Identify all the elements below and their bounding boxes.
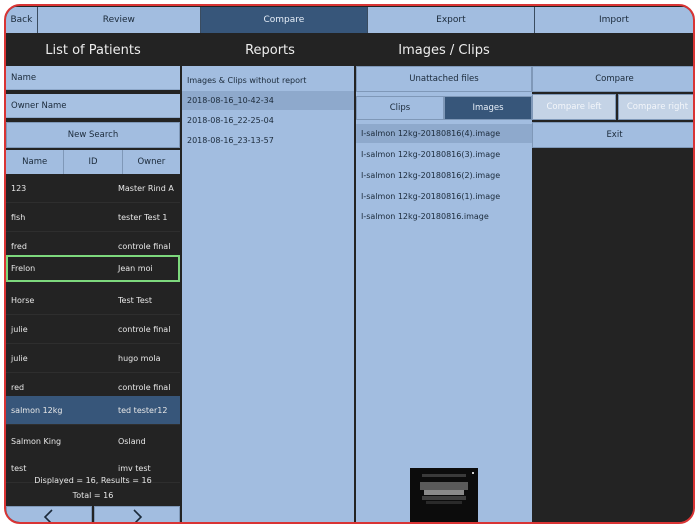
ultrasound-image	[410, 468, 478, 522]
column-name[interactable]: Name	[6, 150, 65, 174]
column-id[interactable]: ID	[64, 150, 123, 174]
reports-panel: Images & Clips without report 2018-08-16…	[182, 66, 354, 522]
patients-header: List of Patients	[45, 42, 141, 58]
reports-header: Reports	[245, 42, 295, 58]
patients-table-header: Name ID Owner	[6, 150, 180, 174]
patient-name: fish	[11, 212, 26, 222]
tab-export[interactable]: Export	[367, 7, 535, 33]
total-count: Total = 16	[72, 491, 114, 500]
chevron-right-icon	[133, 509, 143, 522]
images-panel: Unattached files Clips Images I-salmon 1…	[356, 66, 532, 522]
patient-name: fred	[11, 241, 27, 251]
patient-owner: Master Rind A	[118, 183, 174, 193]
tab-compare[interactable]: Compare	[200, 7, 368, 33]
image-file[interactable]: I-salmon 12kg-20180816.image	[356, 207, 532, 226]
patient-name: julie	[11, 353, 28, 363]
table-row[interactable]: 123 Master Rind A	[6, 174, 180, 203]
tab-import[interactable]: Import	[534, 7, 693, 33]
patient-name: Salmon King	[11, 436, 62, 446]
app-window: Back Review Compare Export Import List o…	[4, 4, 695, 524]
patient-owner: ted tester12	[118, 405, 168, 415]
patient-owner: Osland	[118, 436, 146, 446]
patient-name: Horse	[11, 295, 35, 305]
tab-review[interactable]: Review	[37, 7, 201, 33]
table-row[interactable]: Horse Test Test	[6, 286, 180, 315]
patient-owner: Jean moi	[118, 264, 153, 273]
unattached-files-button[interactable]: Unattached files	[356, 66, 532, 92]
compare-left-button[interactable]: Compare left	[532, 94, 616, 120]
table-row[interactable]: Salmon King Osland	[6, 427, 180, 456]
table-row[interactable]: julie hugo mola	[6, 344, 180, 373]
tab-clips[interactable]: Clips	[356, 96, 444, 120]
compare-button[interactable]: Compare	[532, 66, 693, 92]
patient-name: red	[11, 382, 25, 392]
patient-owner: hugo mola	[118, 353, 161, 363]
chevron-left-icon	[43, 509, 53, 522]
image-file[interactable]: I-salmon 12kg-20180816(2).image	[356, 166, 532, 185]
patient-owner: imv test	[118, 463, 151, 473]
tab-images[interactable]: Images	[444, 96, 532, 120]
table-row[interactable]: julie controle final	[6, 315, 180, 344]
images-header: Images / Clips	[398, 42, 490, 58]
column-owner[interactable]: Owner	[123, 150, 180, 174]
patient-name: 123	[11, 183, 27, 193]
compare-right-button[interactable]: Compare right	[618, 94, 693, 120]
table-row-focused[interactable]: Frelon Jean moi	[6, 255, 180, 282]
patients-panel: Name Owner Name New Search Name ID Owner…	[6, 66, 180, 522]
patient-owner: controle final	[118, 382, 171, 392]
top-navigation: Back Review Compare Export Import	[6, 6, 693, 34]
patient-name: julie	[11, 324, 28, 334]
image-thumbnail[interactable]	[410, 468, 478, 522]
table-row[interactable]: fish tester Test 1	[6, 203, 180, 232]
image-file-selected[interactable]: I-salmon 12kg-20180816(4).image	[356, 124, 532, 143]
image-file[interactable]: I-salmon 12kg-20180816(1).image	[356, 187, 532, 206]
next-page-button[interactable]	[94, 506, 180, 522]
new-search-button[interactable]: New Search	[6, 122, 180, 148]
patient-name: salmon 12kg	[11, 405, 63, 415]
patient-owner: Test Test	[118, 295, 153, 305]
patient-name: Frelon	[11, 264, 36, 273]
owner-name-field[interactable]: Owner Name	[6, 94, 180, 118]
report-item[interactable]: 2018-08-16_22-25-04	[182, 111, 354, 130]
table-row-selected[interactable]: salmon 12kg ted tester12	[6, 396, 180, 425]
report-item[interactable]: Images & Clips without report	[182, 71, 354, 90]
results-count: Displayed = 16, Results = 16	[34, 476, 152, 485]
patient-owner: controle final	[118, 241, 171, 251]
patient-owner: tester Test 1	[118, 212, 168, 222]
report-item-selected[interactable]: 2018-08-16_10-42-34	[182, 91, 354, 110]
previous-page-button[interactable]	[6, 506, 92, 522]
back-button[interactable]: Back	[6, 7, 38, 33]
image-file[interactable]: I-salmon 12kg-20180816(3).image	[356, 145, 532, 164]
report-item[interactable]: 2018-08-16_23-13-57	[182, 131, 354, 150]
exit-button[interactable]: Exit	[532, 122, 693, 148]
patient-name: test	[11, 463, 27, 473]
actions-panel: Compare Compare left Compare right Exit	[532, 66, 693, 522]
name-search-field[interactable]: Name	[6, 66, 180, 90]
patient-owner: controle final	[118, 324, 171, 334]
